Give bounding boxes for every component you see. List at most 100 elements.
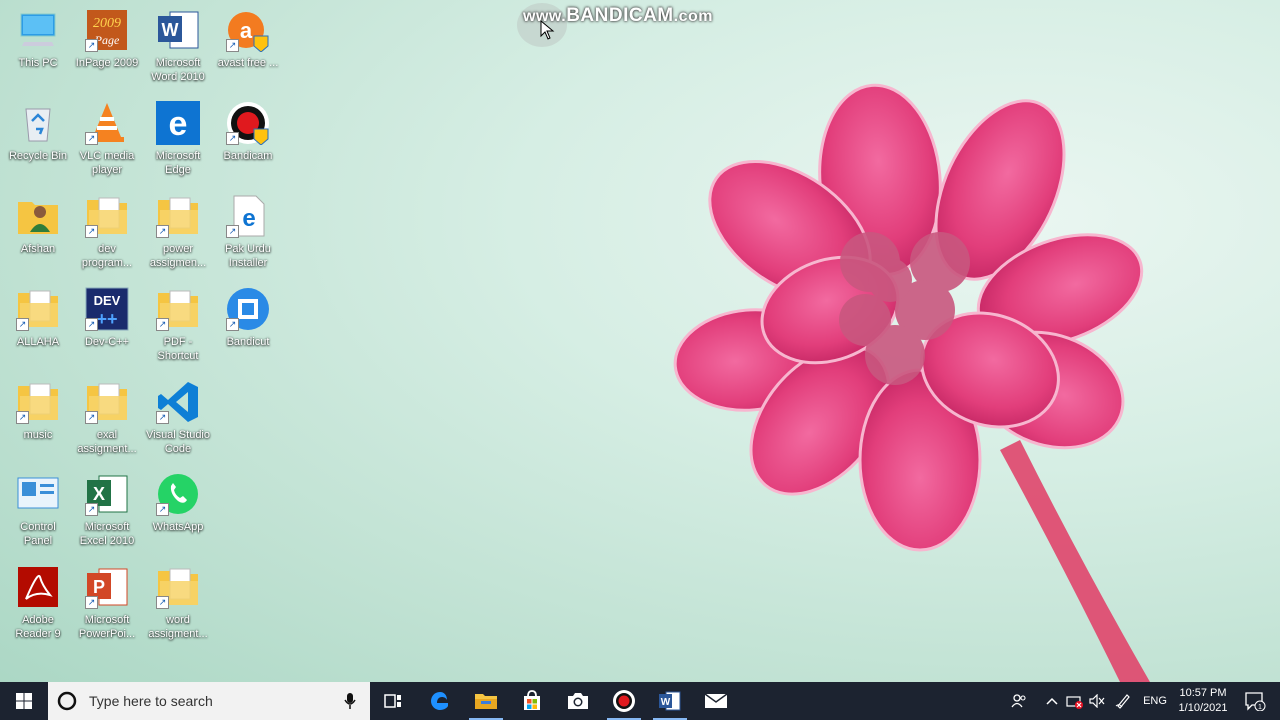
network-disconnected-icon <box>1066 696 1083 709</box>
shortcut-arrow-icon: ↗ <box>85 318 98 331</box>
svg-text:e: e <box>242 205 255 232</box>
notification-count: 1 <box>1258 704 1262 711</box>
svg-text:X: X <box>93 484 105 504</box>
tray-people-button[interactable] <box>1006 682 1032 720</box>
edge-icon: e <box>156 101 200 145</box>
avast-icon: a ↗ <box>226 8 270 53</box>
notification-icon: 1 <box>1245 692 1266 711</box>
whatsapp-icon: ↗ <box>156 472 200 516</box>
word-icon: W <box>156 8 200 52</box>
action-center-button[interactable]: 1 <box>1238 682 1272 720</box>
start-button[interactable] <box>0 682 48 720</box>
desktop-icon[interactable]: X ↗ Microsoft Excel 2010 <box>72 472 142 548</box>
desktop-icon[interactable]: ↗ music <box>3 380 73 442</box>
control-panel-icon <box>16 472 60 516</box>
desktop-icon-label: Pak Urdu Installer <box>225 243 271 269</box>
taskbar-bandicam-button[interactable] <box>601 682 647 720</box>
desktop-icon[interactable]: ↗ Bandicam <box>213 101 283 163</box>
svg-text:W: W <box>661 697 671 708</box>
clock-time: 10:57 PM <box>1179 687 1227 699</box>
desktop-icon[interactable]: ↗ word assigment... <box>143 565 213 641</box>
desktop-icon-label: Adobe Reader 9 <box>15 614 61 640</box>
shortcut-arrow-icon: ↗ <box>226 318 239 331</box>
desktop-icon[interactable]: e ↗ Pak Urdu Installer <box>213 194 283 270</box>
shortcut-arrow-icon: ↗ <box>156 318 169 331</box>
desktop-icon[interactable]: ↗ VLC media player <box>72 101 142 177</box>
folder-icon: ↗ <box>85 380 129 424</box>
desktop-icon[interactable]: e Microsoft Edge <box>143 101 213 177</box>
desktop-icon[interactable]: Recycle Bin <box>3 101 73 163</box>
taskbar-word-button[interactable]: W <box>647 682 693 720</box>
desktop-icon[interactable]: This PC <box>3 8 73 70</box>
desktop-icon-label: ALLAHA <box>16 336 60 348</box>
file-explorer-icon <box>475 694 497 709</box>
clock-date: 1/10/2021 <box>1178 702 1228 714</box>
desktop-icon-label: exal assigment... <box>77 429 137 455</box>
task-view-button[interactable] <box>370 682 416 720</box>
volume-muted-icon <box>1089 694 1105 708</box>
recycle-bin-icon <box>16 101 60 145</box>
svg-text:2009: 2009 <box>93 16 121 31</box>
taskbar-mail-button[interactable] <box>693 682 739 720</box>
edge-file-icon: e ↗ <box>226 194 270 238</box>
taskbar-camera-button[interactable] <box>555 682 601 720</box>
desktop-icon[interactable]: ↗ Visual Studio Code <box>143 380 213 456</box>
tray-volume-button[interactable] <box>1086 682 1108 720</box>
desktop-icon[interactable]: ↗ power assigmen... <box>143 194 213 270</box>
camera-icon <box>568 693 588 709</box>
shortcut-arrow-icon: ↗ <box>226 132 239 145</box>
bandicam-watermark: www.BANDICAM.com <box>523 5 713 26</box>
desktop-icon[interactable]: W Microsoft Word 2010 <box>143 8 213 84</box>
shortcut-arrow-icon: ↗ <box>226 39 239 52</box>
desktop-icon[interactable]: ↗ Bandicut <box>213 287 283 349</box>
tray-clock[interactable]: 10:57 PM 1/10/2021 <box>1170 686 1236 716</box>
desktop-icon[interactable]: Control Panel <box>3 472 73 548</box>
edge-icon <box>431 692 448 710</box>
tray-language[interactable]: ENG <box>1138 682 1172 720</box>
shortcut-arrow-icon: ↗ <box>226 225 239 238</box>
folder-icon: ↗ <box>156 194 200 238</box>
pen-ink-icon <box>1115 694 1130 709</box>
shortcut-arrow-icon: ↗ <box>85 596 98 609</box>
shortcut-arrow-icon: ↗ <box>85 503 98 516</box>
desktop-icon-label: Dev-C++ <box>84 336 130 348</box>
desktop-icon[interactable]: a ↗ avast free ... <box>213 8 283 70</box>
bandicam-icon: ↗ <box>226 101 270 146</box>
chevron-up-icon <box>1046 697 1058 705</box>
user-folder-icon <box>16 194 60 238</box>
desktop-icon[interactable]: DEV ++ ↗ Dev-C++ <box>72 287 142 349</box>
desktop-icon-label: avast free ... <box>217 57 279 69</box>
shortcut-arrow-icon: ↗ <box>156 411 169 424</box>
taskbar-edge-button[interactable] <box>417 682 463 720</box>
svg-text:a: a <box>240 18 253 43</box>
search-box[interactable]: Type here to search <box>48 682 370 720</box>
inpage-icon: 2009 Page ↗ <box>85 8 129 52</box>
desktop-icon[interactable]: ↗ exal assigment... <box>72 380 142 456</box>
desktop-icon[interactable]: ↗ ALLAHA <box>3 287 73 349</box>
tray-network-button[interactable] <box>1064 682 1086 720</box>
desktop-icon-label: InPage 2009 <box>75 57 139 69</box>
desktop-icon[interactable]: ↗ PDF - Shortcut <box>143 287 213 363</box>
mail-icon <box>704 693 728 708</box>
desktop-icon[interactable]: ↗ dev program... <box>72 194 142 270</box>
shortcut-arrow-icon: ↗ <box>85 39 98 52</box>
microphone-icon[interactable] <box>344 692 356 710</box>
desktop-icon[interactable]: Afshan <box>3 194 73 256</box>
windows-logo-icon <box>16 693 32 709</box>
taskbar-store-button[interactable] <box>509 682 555 720</box>
desktop-icon-label: Microsoft PowerPoi... <box>78 614 136 640</box>
desktop-icon[interactable]: P ↗ Microsoft PowerPoi... <box>72 565 142 641</box>
desktop-icon-label: PDF - Shortcut <box>157 336 199 362</box>
people-icon <box>1011 694 1026 708</box>
folder-icon: ↗ <box>85 194 129 238</box>
desktop-icon[interactable]: 2009 Page ↗ InPage 2009 <box>72 8 142 70</box>
desktop-icon-label: Bandicam <box>223 150 273 162</box>
desktop-icon[interactable]: Adobe Reader 9 <box>3 565 73 641</box>
desktop-icon-label: Bandicut <box>226 336 270 348</box>
desktop-icon[interactable]: ↗ WhatsApp <box>143 472 213 534</box>
taskbar-file-explorer-button[interactable] <box>463 682 509 720</box>
desktop-icon-label: music <box>23 429 53 441</box>
tray-pen-button[interactable] <box>1112 682 1134 720</box>
tray-show-hidden-button[interactable] <box>1040 682 1064 720</box>
svg-text:++: ++ <box>96 309 117 329</box>
